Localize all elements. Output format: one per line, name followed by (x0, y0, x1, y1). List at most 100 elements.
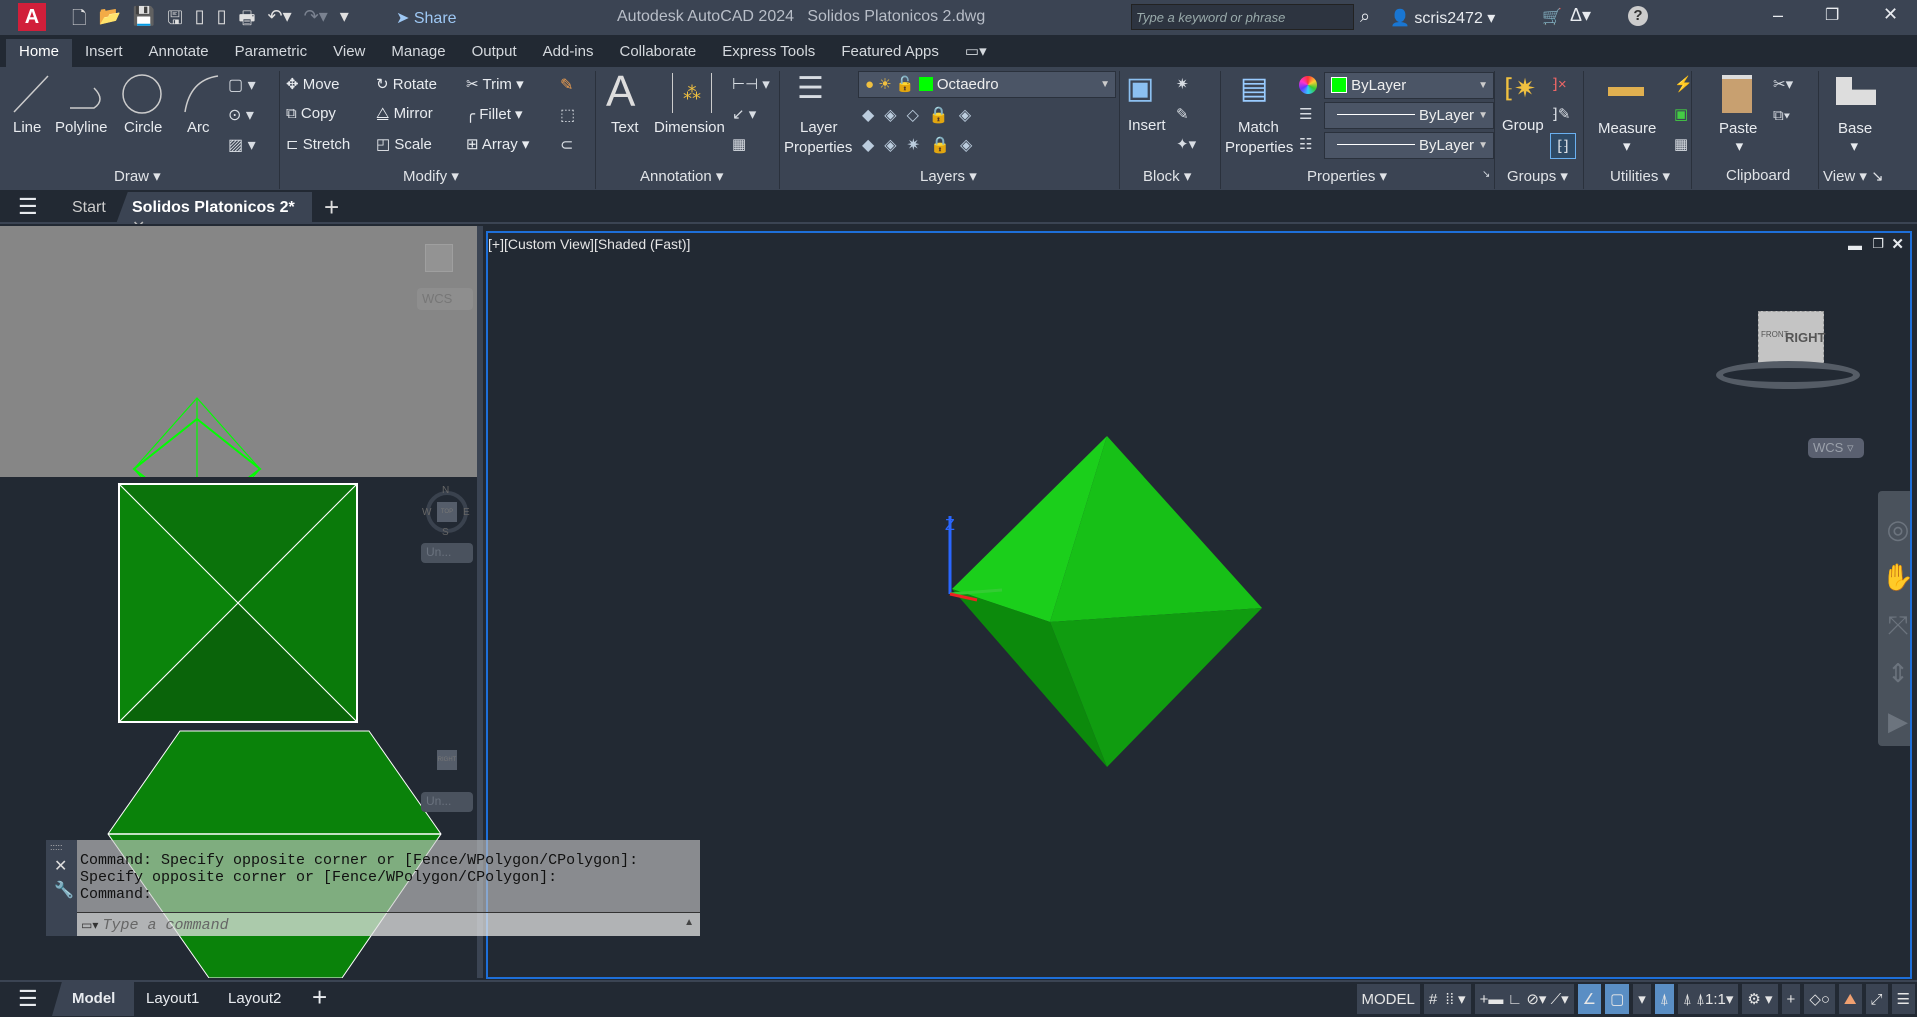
ucs-menu[interactable]: Un... (421, 543, 473, 563)
create-block-icon[interactable]: ✷ (1176, 75, 1189, 93)
line-button[interactable]: Line (13, 119, 41, 136)
minimize-button[interactable]: – (1773, 5, 1783, 26)
table-icon[interactable]: ▦ (732, 135, 746, 153)
ucs-menu[interactable]: Un... (421, 792, 473, 812)
rectangle-icon[interactable]: ▢ ▾ (228, 75, 256, 95)
annotation-scale[interactable]: 1:1 (1705, 991, 1726, 1008)
polyline-button[interactable]: Polyline (55, 119, 108, 136)
tab-add-ins[interactable]: Add-ins (530, 39, 607, 67)
color-dropdown[interactable]: ByLayer ▼ (1324, 72, 1494, 99)
tab-model[interactable]: Model (52, 982, 134, 1016)
layer-properties-label[interactable]: Properties (784, 139, 852, 156)
viewcube-top-face[interactable]: TOP (437, 502, 457, 522)
viewcube-icon[interactable] (425, 244, 453, 272)
tab-parametric[interactable]: Parametric (222, 39, 321, 67)
viewcube-right-face[interactable]: RIGHT (437, 750, 457, 770)
quick-select-icon[interactable]: ⚡ (1674, 75, 1693, 93)
tab-annotate[interactable]: Annotate (136, 39, 222, 67)
tab-start[interactable]: Start (72, 199, 106, 217)
trim-button[interactable]: ✂ Trim ▾ (466, 75, 524, 93)
erase-icon[interactable]: ✎ (560, 75, 573, 95)
move-button[interactable]: ✥ Move (286, 75, 339, 93)
insert-block-icon[interactable]: ▣ (1126, 71, 1154, 106)
command-history-toggle[interactable]: ▲ (684, 917, 694, 928)
viewcube-right-face[interactable]: RIGHT (1785, 330, 1825, 345)
fillet-button[interactable]: ╭ Fillet ▾ (466, 105, 523, 123)
open-icon[interactable]: 📂 (98, 6, 120, 36)
group-selection-icon[interactable]: ⁅⁆ (1550, 133, 1576, 159)
text-button[interactable]: Text (611, 119, 639, 136)
isolate-objects-icon[interactable]: ◇○ (1804, 984, 1835, 1014)
graphics-performance-icon[interactable]: ⛰ (1838, 984, 1862, 1014)
menu-icon[interactable]: ☰ (18, 194, 38, 220)
dimension-icon[interactable]: ⁂ (672, 73, 712, 113)
steering-wheel-icon[interactable]: ◎ (1878, 505, 1910, 553)
tab-insert[interactable]: Insert (72, 39, 136, 67)
command-input[interactable]: ▭▾ Type a command ▲ (77, 912, 700, 936)
new-icon[interactable]: 🗋 (72, 6, 86, 36)
annotation-monitor-icon[interactable]: + (1781, 984, 1801, 1014)
tab-collaborate[interactable]: Collaborate (606, 39, 709, 67)
help-icon[interactable]: ? (1628, 6, 1648, 26)
hatch-icon[interactable]: ▨ ▾ (228, 135, 256, 155)
leader-icon[interactable]: ↙ ▾ (732, 105, 756, 123)
block-panel-label[interactable]: Block ▾ (1143, 167, 1191, 185)
save-as-icon[interactable]: 🖫 (167, 6, 182, 36)
layer-properties-button[interactable]: Layer (800, 119, 838, 136)
lineweight-dropdown[interactable]: ByLayer ▼ (1324, 132, 1494, 159)
selection-cycling-icon[interactable]: ▢ (1605, 984, 1630, 1014)
layer-tools-row-2[interactable]: ◆◈✷🔒◈ (862, 135, 982, 155)
ribbon-minimize-button[interactable]: ▭▾ (952, 39, 1000, 67)
ungroup-icon[interactable]: ⁆× (1552, 75, 1567, 93)
base-button[interactable]: Base ▾ (1838, 120, 1872, 155)
wcs-menu[interactable]: WCS ▿ (1808, 438, 1864, 458)
tab-express-tools[interactable]: Express Tools (709, 39, 828, 67)
orbit-icon[interactable]: ⇕ (1878, 649, 1910, 697)
copy-clip-icon[interactable]: ⧉▾ (1773, 107, 1790, 124)
dropdown-icon[interactable]: ▾ (1633, 984, 1651, 1014)
scale-button[interactable]: ◰ Scale (376, 135, 432, 153)
share-button[interactable]: ➤ Share (396, 8, 457, 28)
zoom-extents-icon[interactable]: ⤧ (1878, 601, 1910, 649)
text-icon[interactable]: A (606, 67, 635, 117)
insert-button[interactable]: Insert (1128, 117, 1166, 134)
paste-icon[interactable] (1722, 75, 1752, 113)
command-line-handle[interactable]: ::::: ✕ 🔧 (46, 840, 77, 936)
close-button[interactable]: ✕ (1883, 4, 1898, 25)
layer-tools-row-1[interactable]: ◆◈◇🔒◈ (862, 105, 981, 125)
array-button[interactable]: ⊞ Array ▾ (466, 135, 529, 153)
view-panel-label[interactable]: View ▾ ↘ (1823, 167, 1884, 185)
wcs-menu[interactable]: WCS (417, 288, 473, 310)
ellipse-icon[interactable]: ⊙ ▾ (228, 105, 254, 125)
clean-screen-icon[interactable]: ⤢ (1865, 984, 1888, 1014)
stretch-button[interactable]: ⊏ Stretch (286, 135, 350, 153)
paste-button[interactable]: Paste ▾ (1719, 120, 1757, 155)
tab-featured-apps[interactable]: Featured Apps (828, 39, 952, 67)
linetype-dropdown[interactable]: ByLayer ▼ (1324, 102, 1494, 129)
base-view-icon[interactable] (1836, 77, 1876, 105)
attribute-icon[interactable]: ✦▾ (1176, 135, 1196, 153)
tab-solidos-platonicos[interactable]: Solidos Platonicos 2* ✕ (116, 192, 312, 224)
layout-menu-icon[interactable]: ☰ (18, 986, 38, 1012)
infer-constraints-icon[interactable]: +▬ ∟ ⊘▾ ⟋▾ (1474, 984, 1574, 1014)
mirror-button[interactable]: ⧋ Mirror (376, 105, 433, 122)
restore-button[interactable]: ❐ (1825, 5, 1839, 25)
groups-panel-label[interactable]: Groups ▾ (1507, 167, 1568, 185)
workspace-gear-icon[interactable]: ⚙ ▾ (1742, 984, 1778, 1014)
tab-view[interactable]: View (320, 39, 378, 67)
layer-properties-icon[interactable]: ☰ (797, 71, 824, 106)
pan-icon[interactable]: ✋ (1878, 553, 1910, 601)
linear-dim-icon[interactable]: ⊢⊣ ▾ (732, 75, 770, 93)
arc-button[interactable]: Arc (187, 119, 210, 136)
save-web-icon[interactable]: ▯ (217, 6, 227, 36)
explode-icon[interactable]: ⬚ (560, 105, 575, 125)
plot-icon[interactable]: 🖶 (238, 6, 255, 36)
auto-scale-icon[interactable]: ⍋ ⍋ 1:1 ▾ (1677, 984, 1739, 1014)
layers-panel-label[interactable]: Layers ▾ (920, 167, 977, 185)
dimension-button[interactable]: Dimension (654, 119, 725, 136)
undo-icon[interactable]: ↶▾ (267, 6, 291, 36)
group-icon[interactable]: ⁅✷ (1504, 73, 1536, 104)
utilities-panel-label[interactable]: Utilities ▾ (1610, 167, 1670, 185)
match-properties-icon[interactable]: ▤ (1240, 71, 1268, 106)
isodraft-icon[interactable]: ∠ (1577, 984, 1602, 1014)
